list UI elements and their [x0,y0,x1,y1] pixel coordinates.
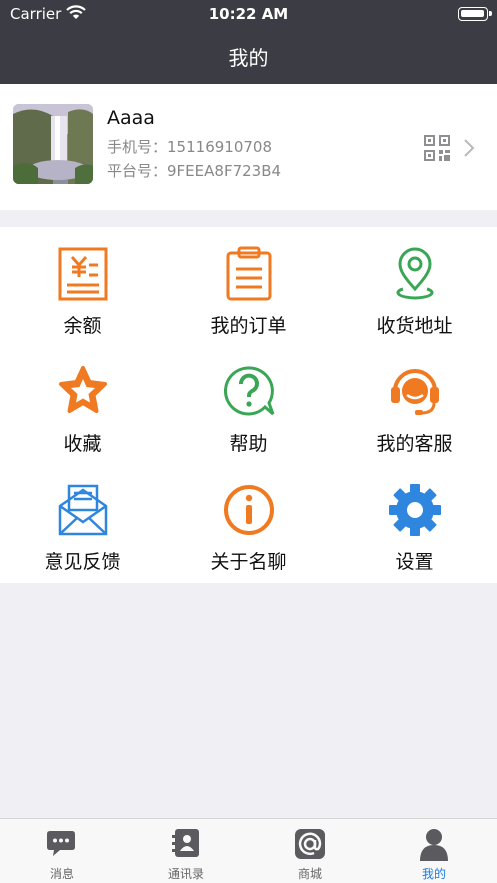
tab-bar: 消息 通讯录 商城 我的 [0,818,497,883]
phone-line: 手机号：15116910708 [107,136,272,157]
tab-label: 消息 [49,867,74,881]
at-sign-icon [295,829,325,859]
menu-item-label: 收藏 [63,433,102,455]
tab-label: 商城 [297,867,322,881]
menu-item-balance[interactable]: 余额 [0,227,165,345]
contacts-icon [172,829,199,857]
menu-item-label: 收货地址 [376,315,453,337]
menu-item-feedback[interactable]: 意见反馈 [0,463,165,581]
tab-messages[interactable]: 消息 [0,819,124,883]
tab-label: 我的 [421,867,446,881]
star-icon [59,366,107,413]
menu-item-settings[interactable]: 设置 [332,463,497,581]
menu-item-label: 意见反馈 [44,551,121,573]
top-bar: Carrier 10:22 AM 我的 [0,0,497,84]
menu-grid: 余额 我的订单 收货地址 收藏 帮助 我的客服 意见反馈 关于名聊 设置 [0,227,497,583]
avatar [13,104,93,184]
menu-item-label: 我的客服 [376,433,453,455]
menu-item-label: 我的订单 [210,315,287,337]
gear-icon [389,484,441,536]
menu-item-address[interactable]: 收货地址 [332,227,497,345]
profile-card[interactable]: Aaaa 手机号：15116910708 平台号：9FEEA8F723B4 [0,84,497,210]
menu-item-label: 余额 [63,315,102,337]
tab-me[interactable]: 我的 [372,819,496,883]
qr-code-icon[interactable] [424,135,450,161]
envelope-icon [58,484,108,536]
menu-item-favorites[interactable]: 收藏 [0,345,165,463]
menu-item-my-orders[interactable]: 我的订单 [166,227,331,345]
info-icon [224,485,274,535]
menu-item-help[interactable]: 帮助 [166,345,331,463]
platform-line: 平台号：9FEEA8F723B4 [107,160,281,181]
person-icon [420,829,448,861]
battery-icon [458,7,492,21]
phone-number: 15116910708 [167,138,272,156]
location-pin-icon [396,247,434,300]
status-bar: Carrier 10:22 AM [0,0,497,28]
menu-item-label: 关于名聊 [210,551,287,573]
clipboard-icon [226,246,272,301]
menu-item-label: 帮助 [229,433,268,455]
headset-icon [391,369,439,415]
menu-item-about[interactable]: 关于名聊 [166,463,331,581]
page-title: 我的 [228,46,269,70]
balance-icon [58,247,108,301]
tab-label: 通讯录 [167,867,204,881]
user-name: Aaaa [107,107,155,129]
chat-icon [47,831,75,856]
platform-id: 9FEEA8F723B4 [167,162,282,180]
tab-mall[interactable]: 商城 [248,819,372,883]
menu-item-customer-service[interactable]: 我的客服 [332,345,497,463]
chevron-right-icon[interactable] [463,138,475,158]
platform-label: 平台号： [107,162,168,180]
menu-item-label: 设置 [395,551,434,573]
tab-contacts[interactable]: 通讯录 [124,819,248,883]
clock: 10:22 AM [208,5,289,23]
phone-label: 手机号： [107,138,168,156]
help-icon [224,366,275,416]
